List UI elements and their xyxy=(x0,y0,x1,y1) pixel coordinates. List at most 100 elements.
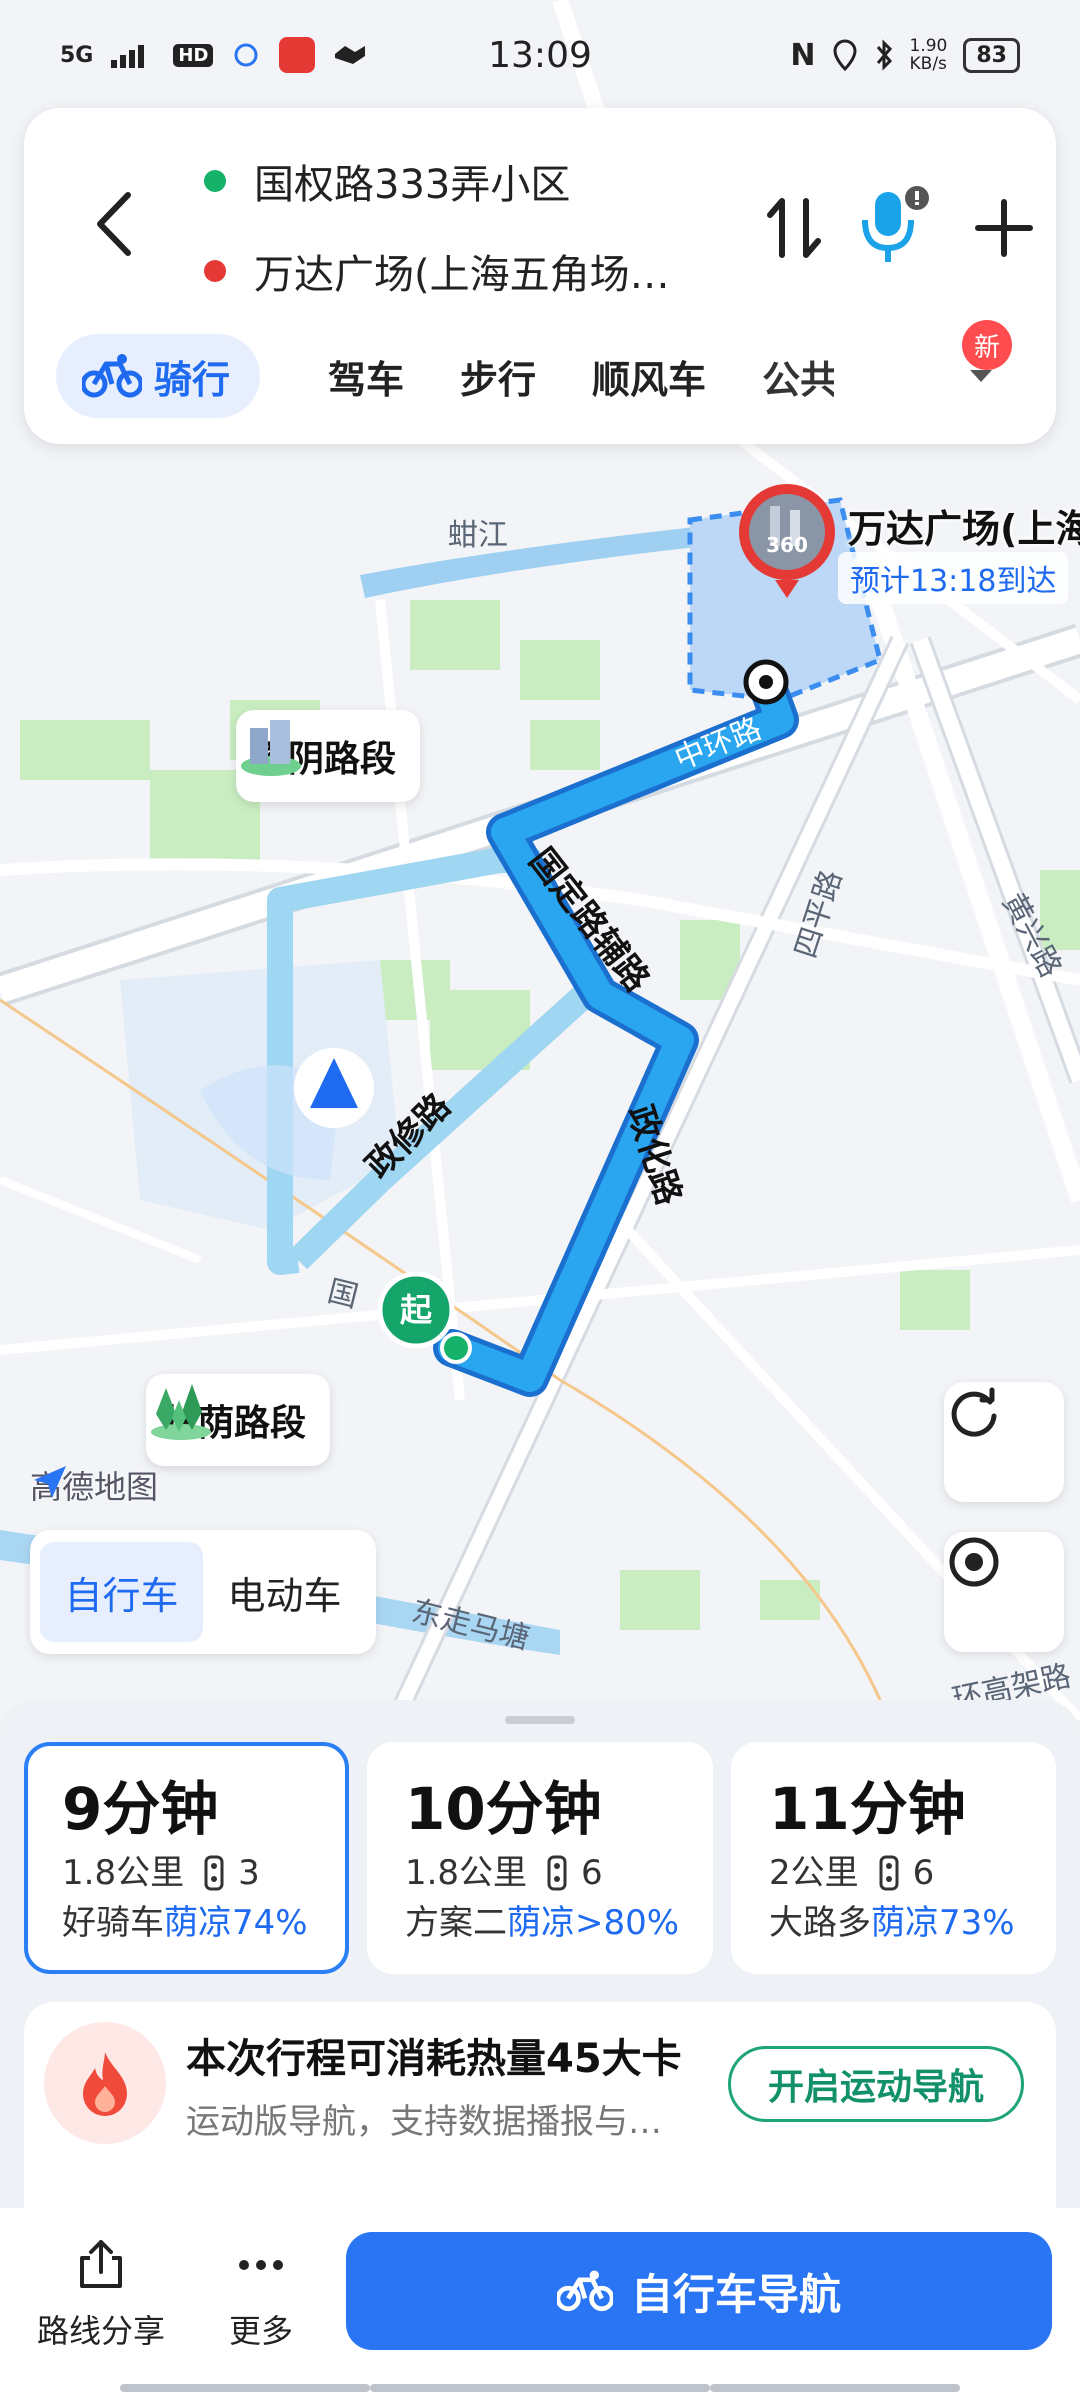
transport-mode-tabs: 骑行 驾车 步行 顺风车 公共 新 xyxy=(56,320,1036,418)
end-dot xyxy=(204,260,226,282)
route-shade: 荫凉74% xyxy=(164,1903,308,1943)
status-right: N 1.90 KB/s 83 xyxy=(790,37,1020,73)
traffic-light-icon xyxy=(547,1855,567,1891)
gesture-bar-right xyxy=(710,2384,960,2392)
refresh-icon xyxy=(951,1387,997,1437)
back-arrow-icon xyxy=(97,192,131,256)
bottom-action-bar: 路线分享 更多 自行车导航 xyxy=(0,2208,1080,2400)
route-tag: 好骑车 xyxy=(62,1903,164,1943)
locate-button[interactable] xyxy=(944,1532,1064,1652)
road-label-hongjiang: 蚶江 xyxy=(448,518,508,553)
start-sport-navigation-button[interactable]: 开启运动导航 xyxy=(728,2046,1024,2122)
tree-icon xyxy=(151,1384,211,1440)
voice-input-button[interactable] xyxy=(844,178,944,278)
route-options-list: 9分钟 1.8公里 3 好骑车 荫凉74% 10分钟 1.8公里 6 方案二 荫… xyxy=(24,1742,1056,1974)
gesture-bar-left xyxy=(120,2384,370,2392)
tab-walking[interactable]: 步行 xyxy=(432,334,564,418)
route-options-sheet: 9分钟 1.8公里 3 好骑车 荫凉74% 10分钟 1.8公里 6 方案二 荫… xyxy=(0,1700,1080,2400)
dest-360-label: 360 xyxy=(766,533,808,557)
route-duration: 10分钟 xyxy=(404,1775,602,1843)
calorie-card: 本次行程可消耗热量45大卡 运动版导航，支持数据播报与… 开启运动导航 xyxy=(24,2002,1056,2242)
microphone-icon xyxy=(862,186,929,262)
gesture-bar-center xyxy=(370,2384,710,2392)
bike-type-toggle[interactable]: 自行车 电动车 xyxy=(30,1530,376,1654)
more-modes-button[interactable]: 新 xyxy=(946,320,1016,418)
amap-logo: 高德地图 xyxy=(30,1462,158,1508)
route-option-1[interactable]: 9分钟 1.8公里 3 好骑车 荫凉74% xyxy=(24,1742,349,1974)
share-label: 路线分享 xyxy=(36,2312,165,2350)
start-dot xyxy=(204,170,226,192)
battery-icon: 83 xyxy=(963,37,1020,73)
net-speed-unit: KB/s xyxy=(909,54,947,74)
end-location-field[interactable]: 万达广场(上海五角场… xyxy=(204,242,670,300)
refresh-button[interactable] xyxy=(944,1382,1064,1502)
plus-icon xyxy=(975,199,1033,257)
route-tag-line: 方案二 荫凉>80% xyxy=(405,1898,679,1948)
sync-icon xyxy=(234,43,258,67)
route-duration: 11分钟 xyxy=(769,1775,966,1843)
road-label-guo: 国 xyxy=(324,1274,362,1315)
route-option-2[interactable]: 10分钟 1.8公里 6 方案二 荫凉>80% xyxy=(366,1742,714,1974)
fire-icon xyxy=(44,2022,166,2144)
route-distance-line: 1.8公里 6 xyxy=(405,1848,679,1898)
app-notification-icon xyxy=(279,37,316,73)
net-speed: 1.90 KB/s xyxy=(910,37,948,73)
bicycle-navigation-button[interactable]: 自行车导航 xyxy=(346,2232,1052,2350)
bicycle-icon xyxy=(556,2270,613,2312)
more-dots-icon xyxy=(239,2260,283,2270)
more-label: 更多 xyxy=(228,2312,293,2350)
tab-driving[interactable]: 驾车 xyxy=(300,334,432,418)
route-lights: 6 xyxy=(912,1853,935,1893)
share-icon xyxy=(80,2240,122,2288)
route-duration: 9分钟 xyxy=(62,1775,219,1843)
location-icon xyxy=(833,39,857,71)
tab-label: 骑行 xyxy=(154,357,231,402)
destination-name[interactable]: 万达广场(上海 xyxy=(848,498,1080,553)
route-shade: 荫凉73% xyxy=(871,1903,1015,1943)
traffic-light-icon xyxy=(204,1855,224,1891)
bike-type-bicycle[interactable]: 自行车 xyxy=(40,1542,203,1642)
end-location-text: 万达广场(上海五角场… xyxy=(254,252,670,298)
route-option-3[interactable]: 11分钟 2公里 6 大路多 荫凉73% xyxy=(731,1742,1056,1974)
tab-cycling[interactable]: 骑行 xyxy=(56,334,261,418)
swap-locations-button[interactable] xyxy=(744,178,844,278)
share-route-button[interactable]: 路线分享 xyxy=(26,2238,176,2352)
calorie-title: 本次行程可消耗热量45大卡 xyxy=(186,2036,682,2082)
segment-label-louyin[interactable]: 楼阴路段 xyxy=(236,710,421,802)
route-shade: 荫凉>80% xyxy=(506,1903,680,1943)
locate-icon xyxy=(949,1537,999,1587)
route-distance-line: 1.8公里 3 xyxy=(62,1848,315,1898)
nfc-icon: N xyxy=(790,37,816,73)
status-left: 5G HD xyxy=(60,37,367,73)
building-icon xyxy=(241,720,301,776)
route-lights: 6 xyxy=(581,1853,603,1893)
sheet-drag-handle[interactable] xyxy=(505,1716,575,1724)
more-button[interactable]: 更多 xyxy=(186,2238,336,2352)
route-distance: 1.8公里 xyxy=(62,1853,185,1893)
status-bar: 5G HD 13:09 N 1.90 KB/s 83 xyxy=(0,0,1080,110)
network-type: 5G xyxy=(60,42,94,68)
amap-arrow-icon xyxy=(34,1466,66,1498)
route-search-card: 国权路333弄小区 万达广场(上海五角场… 骑行 驾车 步行 顺风车 公共 新 xyxy=(24,108,1056,444)
hd-icon: HD xyxy=(173,43,214,67)
start-location-field[interactable]: 国权路333弄小区 xyxy=(204,152,571,210)
segment-label-linyin[interactable]: 林荫路段 xyxy=(146,1374,331,1466)
route-tag: 大路多 xyxy=(769,1903,872,1943)
route-distance: 1.8公里 xyxy=(404,1853,528,1893)
bike-type-ebike[interactable]: 电动车 xyxy=(203,1542,366,1642)
signal-icon xyxy=(111,45,145,68)
swap-icon xyxy=(767,198,821,258)
destination-eta: 预计13:18到达 xyxy=(838,552,1069,604)
net-speed-value: 1.90 xyxy=(909,36,948,56)
navigate-label: 自行车导航 xyxy=(630,2269,841,2319)
route-lights: 3 xyxy=(238,1853,260,1893)
tab-carpool[interactable]: 顺风车 xyxy=(564,334,734,418)
add-waypoint-button[interactable] xyxy=(954,178,1054,278)
start-location-text: 国权路333弄小区 xyxy=(254,162,571,208)
route-tag-line: 大路多 荫凉73% xyxy=(769,1898,1022,1948)
tab-transit[interactable]: 公共 xyxy=(734,334,834,418)
route-tag: 方案二 xyxy=(404,1903,507,1943)
route-distance: 2公里 xyxy=(769,1853,859,1893)
back-button[interactable] xyxy=(64,174,164,274)
traffic-light-icon xyxy=(879,1855,899,1891)
